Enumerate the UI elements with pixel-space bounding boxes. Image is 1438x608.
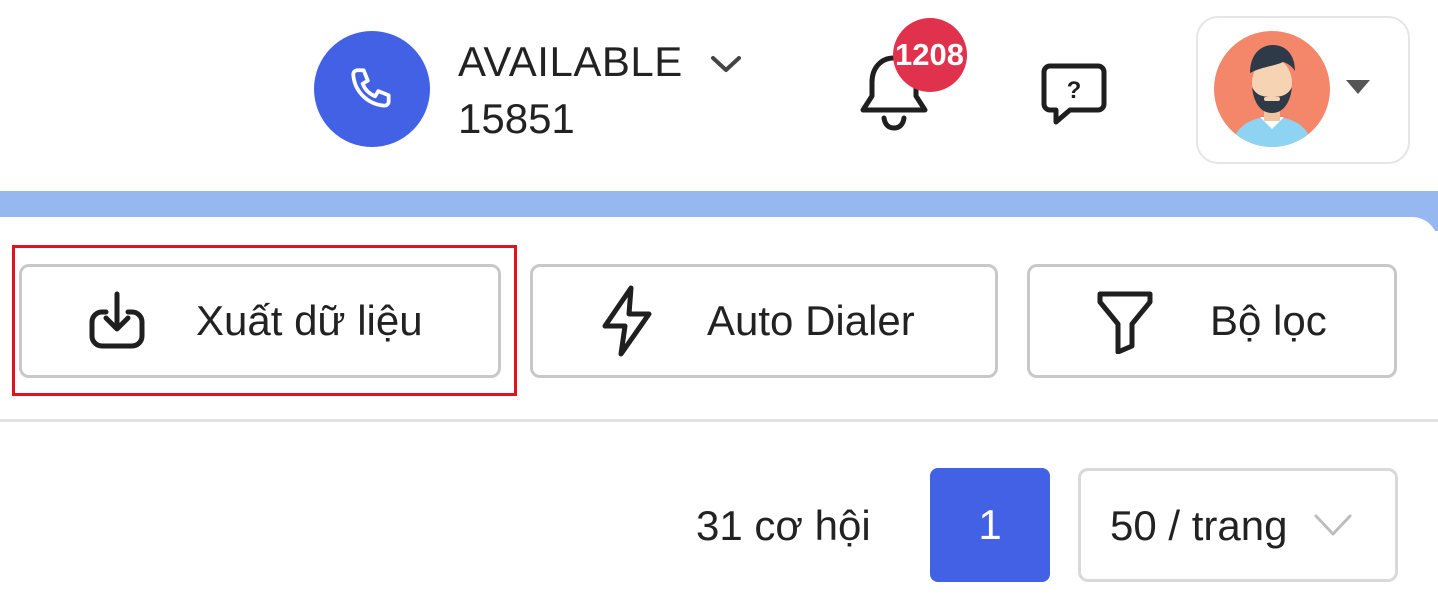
avatar[interactable] <box>1214 31 1330 147</box>
highlight-box <box>12 245 517 396</box>
call-button[interactable] <box>314 31 430 147</box>
help-chat-icon[interactable]: ? <box>1040 62 1108 128</box>
phone-icon <box>351 68 391 108</box>
chevron-down-icon[interactable] <box>1312 510 1354 540</box>
filter-label: Bộ lọc <box>1210 297 1327 344</box>
caret-down-icon[interactable] <box>1346 80 1370 94</box>
extension-number: 15851 <box>458 95 575 142</box>
svg-text:?: ? <box>1067 77 1082 104</box>
result-count: 31 cơ hội <box>696 502 871 549</box>
notification-badge: 1208 <box>893 18 967 92</box>
page-1-button[interactable]: 1 <box>930 468 1050 582</box>
auto-dialer-button[interactable]: Auto Dialer <box>530 264 998 378</box>
filter-icon <box>1097 291 1153 354</box>
chevron-down-icon[interactable] <box>708 50 744 78</box>
lightning-icon <box>602 285 652 357</box>
agent-status[interactable]: AVAILABLE <box>458 38 683 86</box>
divider <box>0 419 1438 422</box>
auto-dialer-label: Auto Dialer <box>707 297 915 344</box>
page-size-value: 50 / trang <box>1110 502 1288 549</box>
filter-button[interactable]: Bộ lọc <box>1027 264 1397 378</box>
